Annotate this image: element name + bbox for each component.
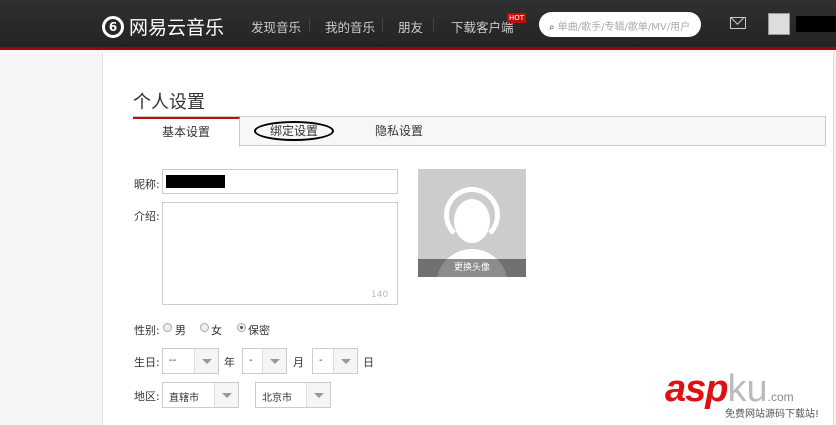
settings-tabs: 基本设置 绑定设置 隐私设置 bbox=[133, 116, 826, 147]
nickname-label: 昵称: bbox=[134, 178, 160, 191]
gender-label: 性别: bbox=[134, 324, 160, 337]
nickname-redacted bbox=[166, 175, 225, 188]
intro-textarea[interactable] bbox=[162, 202, 398, 305]
month-select[interactable]: - bbox=[242, 348, 287, 374]
nav-friends[interactable]: 朋友 bbox=[398, 17, 423, 36]
year-unit: 年 bbox=[224, 356, 235, 369]
netease-music-icon: 6 bbox=[102, 15, 124, 38]
change-avatar-button[interactable]: 更换头像 bbox=[418, 259, 526, 277]
search-icon: ⌕ bbox=[549, 22, 555, 33]
birthday-label: 生日: bbox=[134, 356, 160, 369]
day-unit: 日 bbox=[363, 356, 374, 369]
gender-male-label: 男 bbox=[175, 324, 186, 337]
intro-label: 介绍: bbox=[134, 210, 160, 223]
chevron-down-icon bbox=[306, 383, 330, 407]
intro-char-counter: 140 bbox=[371, 290, 389, 300]
logo[interactable]: 6 网易云音乐 bbox=[102, 13, 224, 40]
logo-text: 网易云音乐 bbox=[129, 17, 225, 39]
tab-basic[interactable]: 基本设置 bbox=[133, 117, 240, 147]
nav-discover[interactable]: 发现音乐 bbox=[251, 17, 301, 36]
search-placeholder: 单曲/歌手/专辑/歌单/MV/用户 bbox=[557, 22, 691, 33]
tab-privacy[interactable]: 隐私设置 bbox=[374, 117, 424, 146]
chevron-down-icon bbox=[214, 383, 238, 407]
year-select[interactable]: -- bbox=[162, 348, 219, 374]
chevron-down-icon bbox=[333, 349, 357, 373]
search-input[interactable]: ⌕ 单曲/歌手/专辑/歌单/MV/用户 bbox=[539, 12, 701, 37]
nav-my-music[interactable]: 我的音乐 bbox=[325, 17, 375, 36]
top-nav-bar: 6 网易云音乐 发现音乐 我的音乐 朋友 下载客户端 HOT ⌕ 单曲/歌手/专辑… bbox=[0, 0, 836, 50]
chevron-down-icon bbox=[194, 349, 218, 373]
gender-female-radio[interactable] bbox=[200, 323, 209, 332]
region-label: 地区: bbox=[134, 390, 160, 403]
username-redacted[interactable] bbox=[796, 16, 836, 32]
day-select[interactable]: - bbox=[312, 348, 358, 374]
province-select[interactable]: 直辖市 bbox=[162, 382, 239, 408]
chevron-down-icon bbox=[262, 349, 286, 373]
headphones-avatar-icon bbox=[444, 187, 500, 243]
avatar-preview[interactable]: 更换头像 bbox=[418, 169, 526, 277]
tab-binding-label: 绑定设置 bbox=[254, 121, 334, 141]
watermark: aspku.com 免费网站源码下载站! bbox=[665, 368, 820, 420]
gender-secret-label: 保密 bbox=[248, 324, 270, 337]
user-avatar[interactable] bbox=[768, 13, 790, 35]
page-title: 个人设置 bbox=[133, 92, 205, 113]
city-select[interactable]: 北京市 bbox=[255, 382, 331, 408]
gender-secret-radio[interactable] bbox=[237, 323, 246, 332]
gender-female-label: 女 bbox=[211, 324, 222, 337]
tab-binding[interactable]: 绑定设置 bbox=[254, 117, 334, 146]
month-unit: 月 bbox=[293, 356, 304, 369]
nav-download-client[interactable]: 下载客户端 bbox=[451, 17, 514, 36]
hot-badge: HOT bbox=[507, 13, 527, 23]
gender-male-radio[interactable] bbox=[163, 323, 172, 332]
mail-icon[interactable] bbox=[730, 17, 746, 29]
